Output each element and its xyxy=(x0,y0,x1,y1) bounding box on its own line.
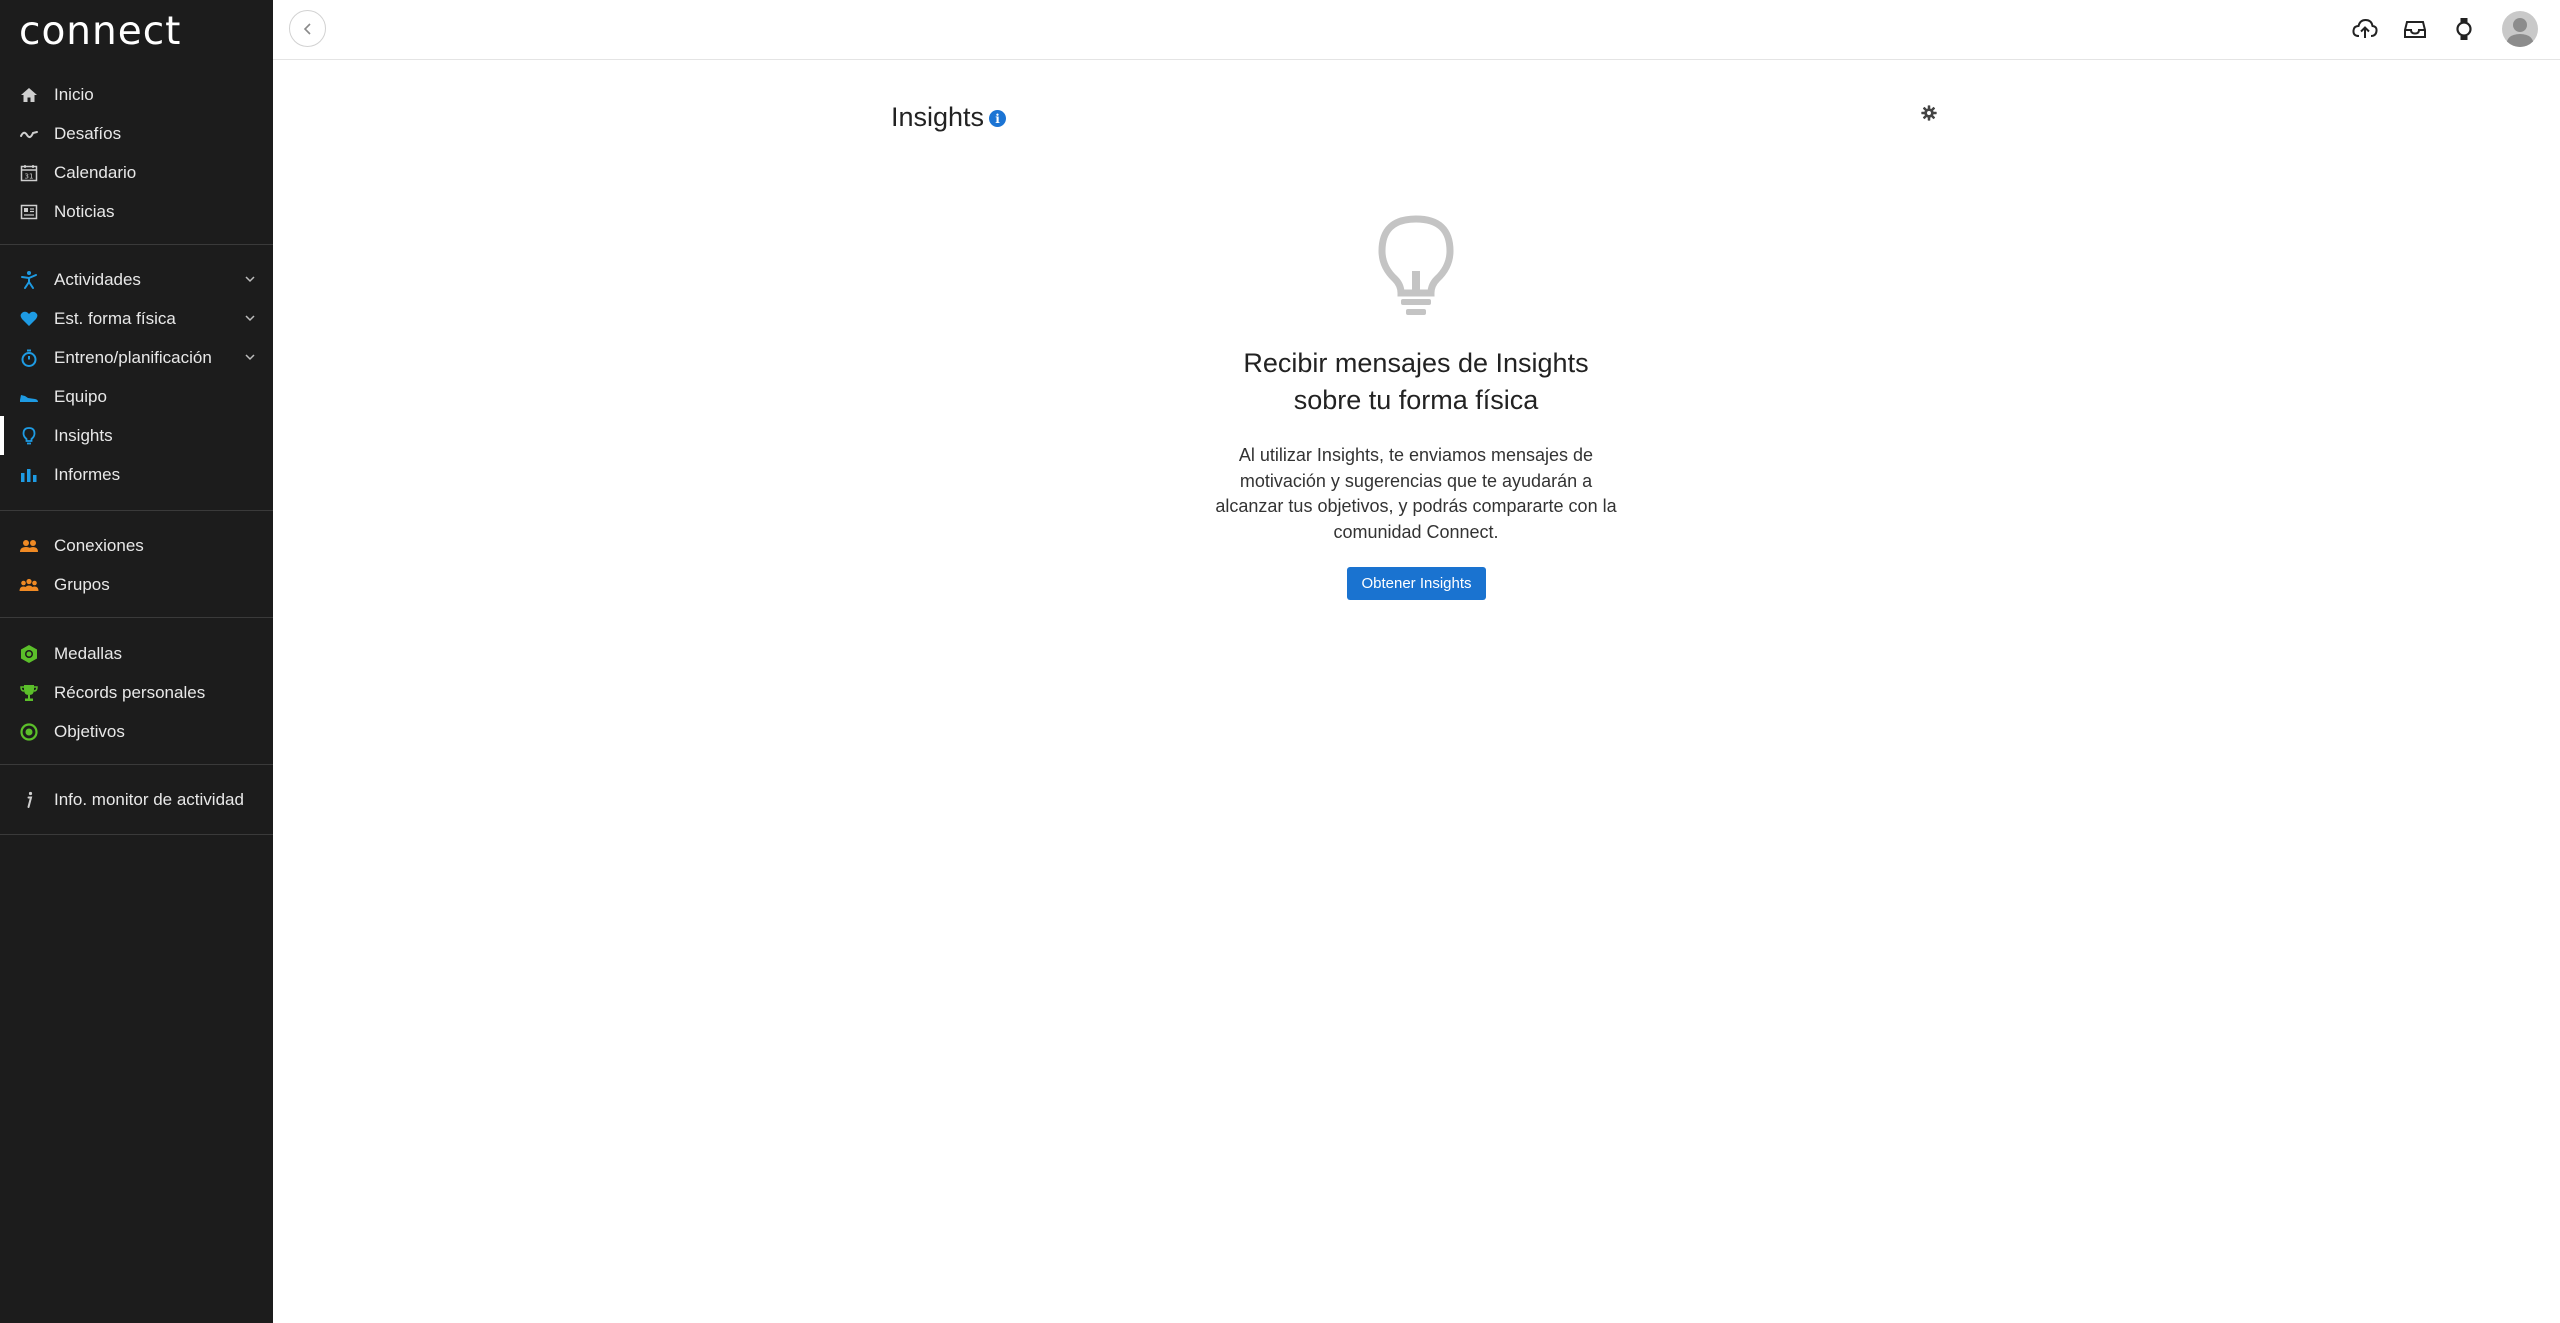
get-insights-button[interactable]: Obtener Insights xyxy=(1347,567,1486,600)
sidebar-item-label: Insights xyxy=(54,425,113,445)
lightbulb-icon xyxy=(19,426,39,446)
info-icon[interactable]: i xyxy=(989,110,1007,127)
sidebar-item-label: Conexiones xyxy=(54,535,144,555)
empty-state-headline: Recibir mensajes de Insights sobre tu fo… xyxy=(1116,345,1716,419)
calendar-icon: 31 xyxy=(19,163,39,183)
headline-line-2: sobre tu forma física xyxy=(1293,385,1539,415)
news-icon xyxy=(19,202,39,222)
sidebar-item-records[interactable]: Récords personales xyxy=(0,673,273,712)
heart-icon xyxy=(19,309,39,329)
sidebar-item-label: Actividades xyxy=(54,269,141,289)
sidebar: connect Inicio Desafíos 31 Calendario No… xyxy=(0,0,273,1323)
sidebar-item-label: Calendario xyxy=(54,162,137,182)
nav-group-main: Inicio Desafíos 31 Calendario Noticias xyxy=(0,75,273,245)
chevron-left-icon xyxy=(303,22,311,35)
nav-group-social: Conexiones Grupos xyxy=(0,526,273,618)
sidebar-item-label: Grupos xyxy=(54,574,110,594)
sidebar-item-label: Objetivos xyxy=(54,721,125,741)
sidebar-item-info-monitor[interactable]: Info. monitor de actividad xyxy=(0,780,273,819)
target-icon xyxy=(19,722,39,742)
activities-icon xyxy=(19,270,39,290)
shoe-icon xyxy=(19,387,39,407)
connections-icon xyxy=(19,536,39,556)
stopwatch-icon xyxy=(19,348,39,368)
chevron-down-icon xyxy=(245,315,255,322)
sidebar-item-noticias[interactable]: Noticias xyxy=(0,192,273,231)
headline-line-1: Recibir mensajes de Insights xyxy=(1243,348,1589,378)
sidebar-item-grupos[interactable]: Grupos xyxy=(0,565,273,604)
page-title: Insights i xyxy=(891,102,1007,133)
challenge-icon xyxy=(19,124,39,144)
gear-icon[interactable] xyxy=(1920,104,1938,122)
home-icon xyxy=(19,85,39,105)
connect-logo[interactable]: connect xyxy=(19,12,181,51)
info-icon xyxy=(19,790,39,810)
nav-group-achievements: Medallas Récords personales Objetivos xyxy=(0,634,273,765)
sidebar-item-label: Info. monitor de actividad xyxy=(54,789,244,809)
sidebar-item-label: Equipo xyxy=(54,386,107,406)
empty-state-description: Al utilizar Insights, te enviamos mensaj… xyxy=(1215,445,1617,542)
page-title-text: Insights xyxy=(891,102,985,132)
sidebar-item-desafios[interactable]: Desafíos xyxy=(0,114,273,153)
groups-icon xyxy=(19,575,39,595)
sidebar-item-calendario[interactable]: 31 Calendario xyxy=(0,153,273,192)
chevron-down-icon xyxy=(245,276,255,283)
sidebar-item-label: Medallas xyxy=(54,643,123,663)
svg-text:31: 31 xyxy=(25,172,34,180)
sidebar-item-label: Est. forma física xyxy=(54,308,176,328)
sidebar-item-label: Desafíos xyxy=(54,123,122,143)
sidebar-item-entreno[interactable]: Entreno/planificación xyxy=(0,338,273,377)
inbox-icon[interactable] xyxy=(2402,16,2428,42)
trophy-icon xyxy=(19,683,39,703)
avatar[interactable] xyxy=(2502,11,2538,47)
badge-icon xyxy=(19,644,39,664)
sidebar-item-informes[interactable]: Informes xyxy=(0,455,273,494)
sidebar-item-equipo[interactable]: Equipo xyxy=(0,377,273,416)
watch-icon[interactable] xyxy=(2451,16,2477,42)
sidebar-item-inicio[interactable]: Inicio xyxy=(0,75,273,114)
sidebar-item-label: Entreno/planificación xyxy=(54,347,212,367)
sidebar-item-label: Informes xyxy=(54,464,121,484)
bar-chart-icon xyxy=(19,465,39,485)
sidebar-item-label: Noticias xyxy=(54,201,115,221)
sidebar-item-medallas[interactable]: Medallas xyxy=(0,634,273,673)
sidebar-item-label: Inicio xyxy=(54,84,94,104)
sidebar-item-label: Récords personales xyxy=(54,682,206,702)
sidebar-item-forma-fisica[interactable]: Est. forma física xyxy=(0,299,273,338)
lightbulb-icon xyxy=(1378,215,1454,315)
collapse-sidebar-button[interactable] xyxy=(289,10,326,47)
chevron-down-icon xyxy=(245,354,255,361)
upload-icon[interactable] xyxy=(2352,16,2378,42)
sidebar-item-actividades[interactable]: Actividades xyxy=(0,260,273,299)
sidebar-item-objetivos[interactable]: Objetivos xyxy=(0,712,273,751)
sidebar-item-conexiones[interactable]: Conexiones xyxy=(0,526,273,565)
sidebar-item-insights[interactable]: Insights xyxy=(0,416,273,455)
nav-group-training: Actividades Est. forma física Entreno/pl… xyxy=(0,260,273,511)
top-bar xyxy=(273,0,2560,60)
nav-group-info: Info. monitor de actividad xyxy=(0,780,273,835)
